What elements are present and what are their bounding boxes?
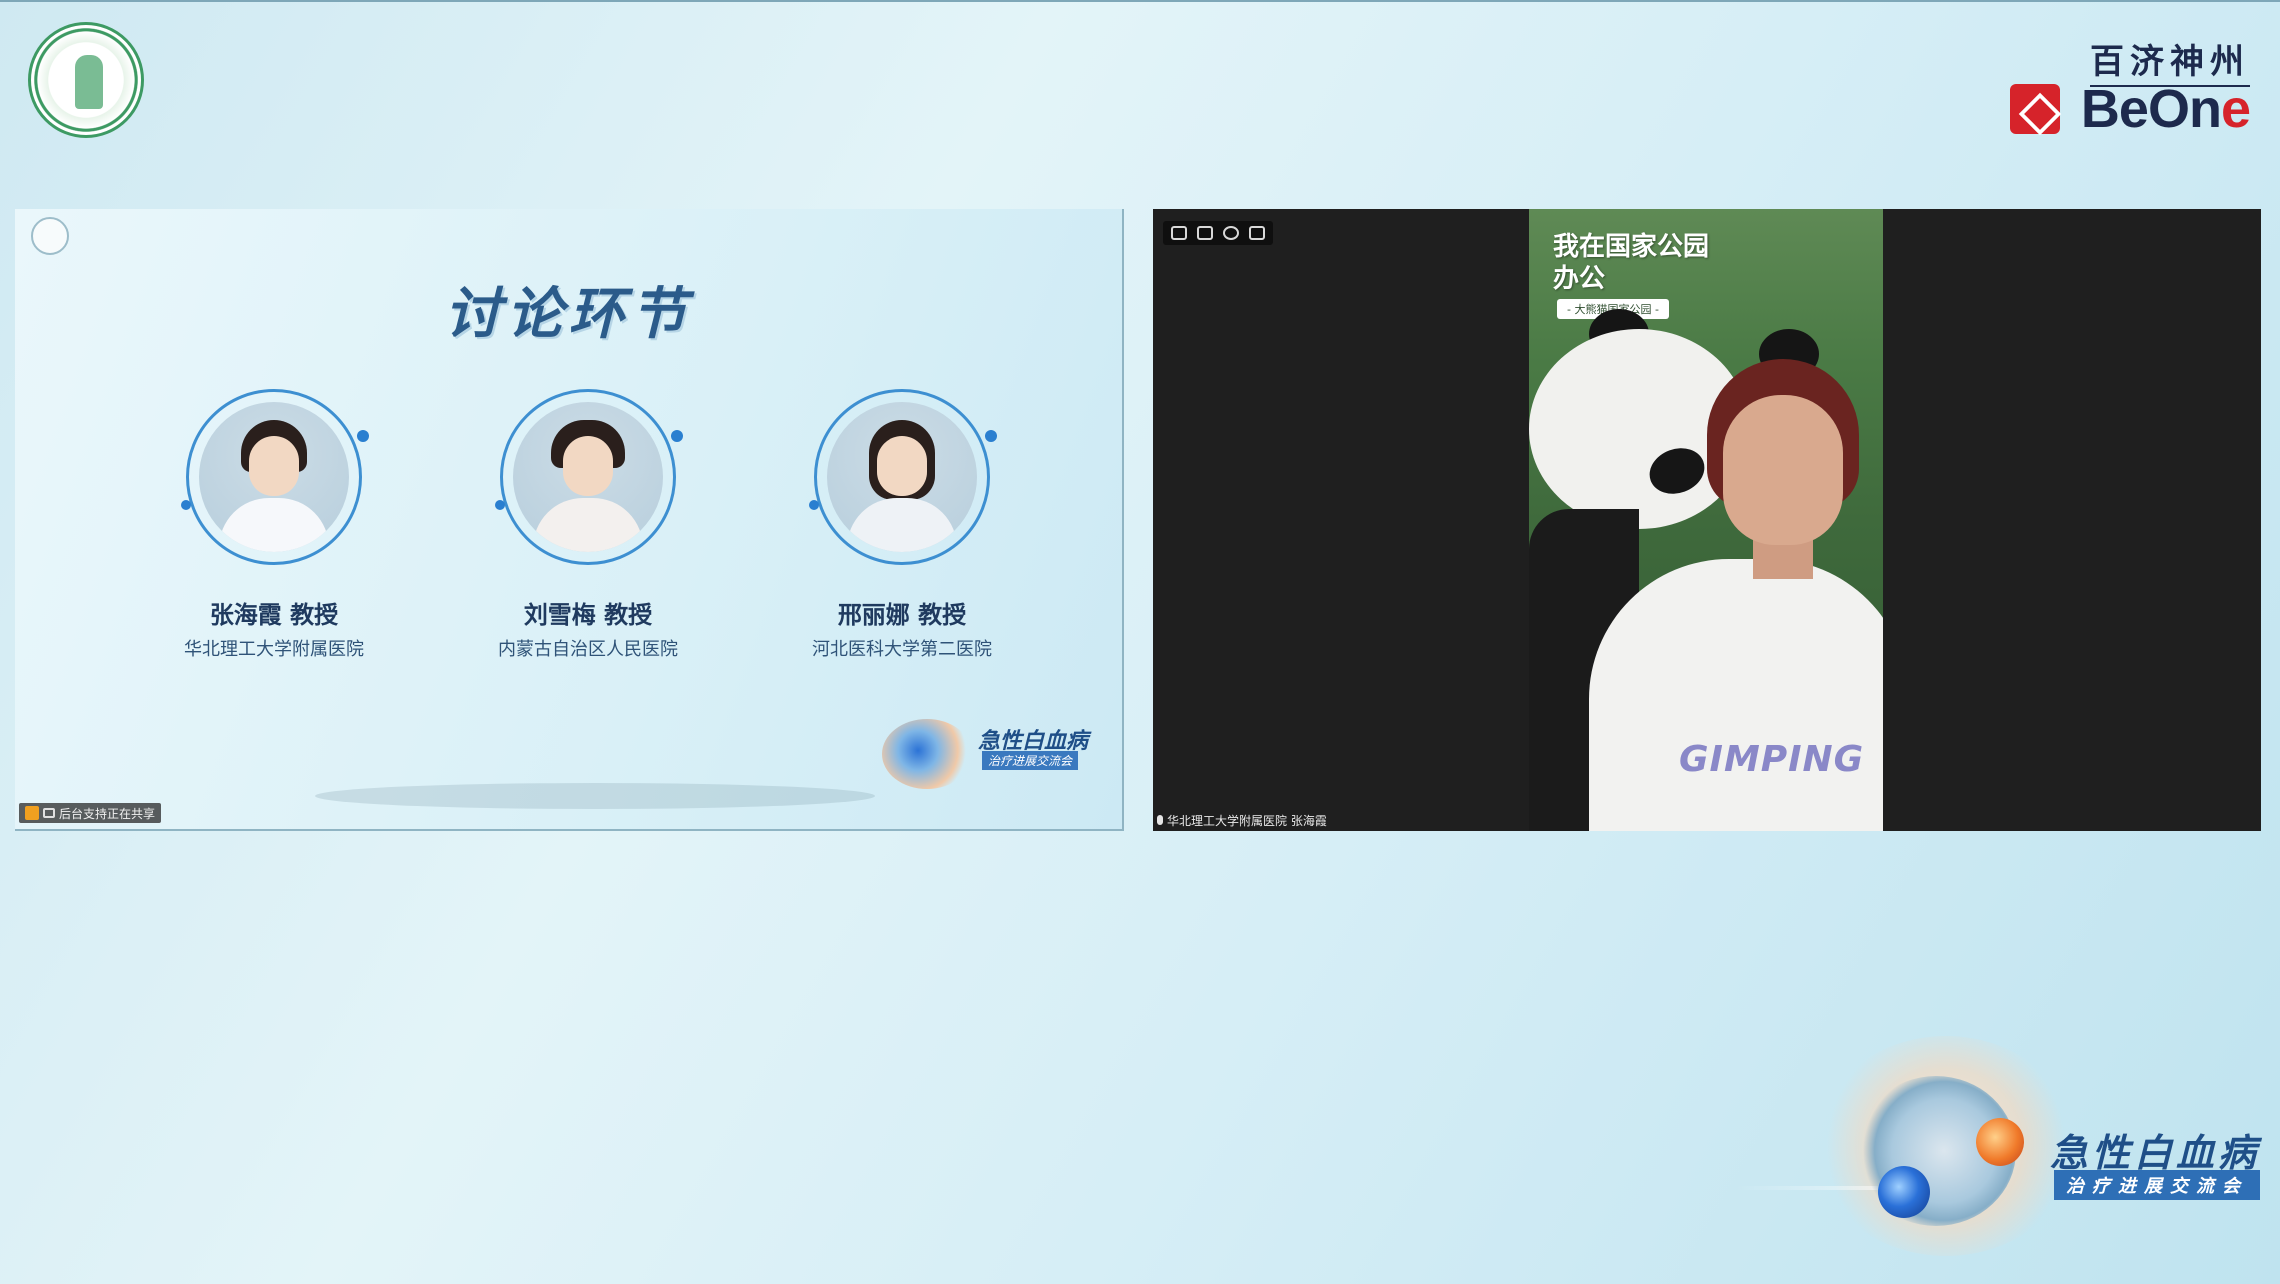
speaker-card: 刘雪梅 教授 内蒙古自治区人民医院: [428, 389, 748, 679]
participant-name-tag: 华北理工大学附属医院 张海霞: [1157, 811, 1327, 829]
participant-name: 华北理工大学附属医院 张海霞: [1167, 813, 1327, 828]
speaker-name: 张海霞 教授: [209, 601, 339, 629]
layout-icon[interactable]: [1197, 226, 1213, 240]
person-face: [1723, 395, 1843, 545]
portrait-ring: [495, 389, 683, 565]
speaker-org: 内蒙古自治区人民医院: [498, 639, 678, 660]
speaker-org: 河北医科大学第二医院: [812, 639, 992, 660]
user-icon: [25, 806, 39, 820]
slide-floor-shadow: [315, 783, 875, 809]
person-shirt: [1589, 559, 1883, 831]
speaker-card: 张海霞 教授 华北理工大学附属医院: [114, 389, 434, 679]
blue-cell-icon: [1878, 1166, 1930, 1218]
signal-icon[interactable]: [1171, 226, 1187, 240]
brand-en-suffix: e: [2220, 79, 2251, 139]
slide-event-sub: 治疗进展交流会: [982, 751, 1079, 770]
mic-icon: [1157, 815, 1163, 825]
video-toolbar: [1163, 221, 1273, 245]
shared-slide-panel[interactable]: 讨论环节 张海霞 教授 华北理工大学附属医院 刘雪梅 教授 内蒙古自治区人民医院…: [15, 209, 1124, 831]
orange-cell-icon: [1976, 1118, 2024, 1166]
event-logo: 急性白血病 治疗进展交流会: [1736, 1036, 2266, 1256]
portrait-ring: [181, 389, 369, 565]
beone-brand-logo: 百济神州 BeOne: [1990, 34, 2251, 144]
record-icon[interactable]: [1223, 226, 1239, 240]
camera-feed: 我在国家公园办公 - 大熊猫国家公园 - GIMPING: [1529, 209, 1883, 831]
beone-mark-icon: [2010, 84, 2060, 134]
brand-en-prefix: BeOn: [2080, 79, 2222, 139]
event-subtitle: 治疗进展交流会: [2054, 1170, 2260, 1200]
event-orb-icon: [882, 719, 972, 789]
shirt-print: GIMPING: [1679, 739, 1865, 780]
brand-english-name: BeOne: [2080, 78, 2251, 140]
virtual-background-title: 我在国家公园办公: [1553, 232, 1710, 294]
speaker-portrait: [513, 402, 663, 552]
participant-video-panel[interactable]: 我在国家公园办公 - 大熊猫国家公园 - GIMPING 华北理工大学附属医院 …: [1153, 209, 2261, 831]
speaker-card: 邢丽娜 教授 河北医科大学第二医院: [742, 389, 1062, 679]
share-status-text: 后台支持正在共享: [59, 806, 156, 821]
participants-icon[interactable]: [1249, 226, 1265, 240]
society-logo: [28, 22, 144, 138]
slide-society-logo: [31, 217, 69, 255]
screen-share-icon: [43, 808, 55, 818]
screen-share-status[interactable]: 后台支持正在共享: [19, 803, 162, 823]
slide-title: 讨论环节: [444, 282, 693, 347]
speaker-name: 邢丽娜 教授: [837, 601, 967, 629]
society-logo-figure-icon: [75, 55, 103, 109]
speaker-portrait: [199, 402, 349, 552]
speaker-name: 刘雪梅 教授: [523, 601, 653, 629]
event-title: 急性白血病: [2049, 1131, 2260, 1175]
speaker-org: 华北理工大学附属医院: [184, 639, 364, 660]
slide-event-logo: 急性白血病 治疗进展交流会: [882, 709, 1112, 799]
speaker-portrait: [827, 402, 977, 552]
portrait-ring: [809, 389, 997, 565]
top-border: [0, 0, 2280, 2]
